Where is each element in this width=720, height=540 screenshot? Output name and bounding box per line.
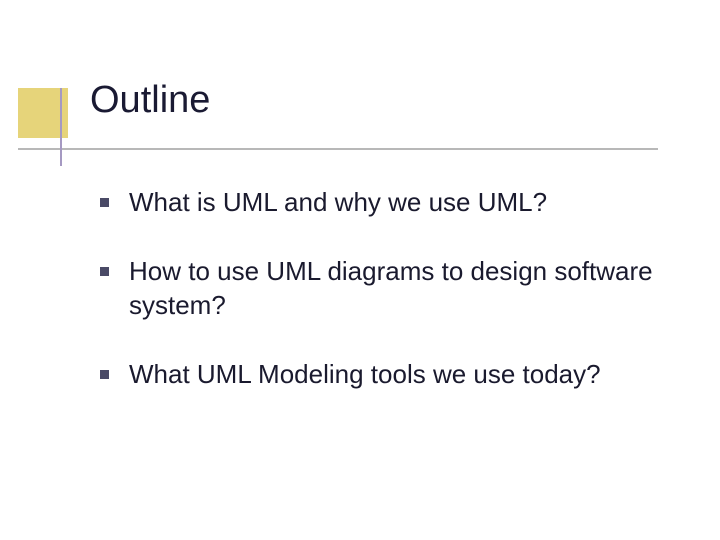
list-item: How to use UML diagrams to design softwa… xyxy=(100,255,680,322)
square-bullet-icon xyxy=(100,370,109,379)
title-area: Outline xyxy=(0,0,720,150)
slide-title: Outline xyxy=(90,80,720,122)
content-area: What is UML and why we use UML? How to u… xyxy=(0,150,720,391)
bullet-text: How to use UML diagrams to design softwa… xyxy=(129,255,680,322)
list-item: What UML Modeling tools we use today? xyxy=(100,358,680,391)
square-bullet-icon xyxy=(100,198,109,207)
square-bullet-icon xyxy=(100,267,109,276)
bullet-text: What UML Modeling tools we use today? xyxy=(129,358,601,391)
list-item: What is UML and why we use UML? xyxy=(100,186,680,219)
slide: Outline What is UML and why we use UML? … xyxy=(0,0,720,540)
bullet-text: What is UML and why we use UML? xyxy=(129,186,547,219)
